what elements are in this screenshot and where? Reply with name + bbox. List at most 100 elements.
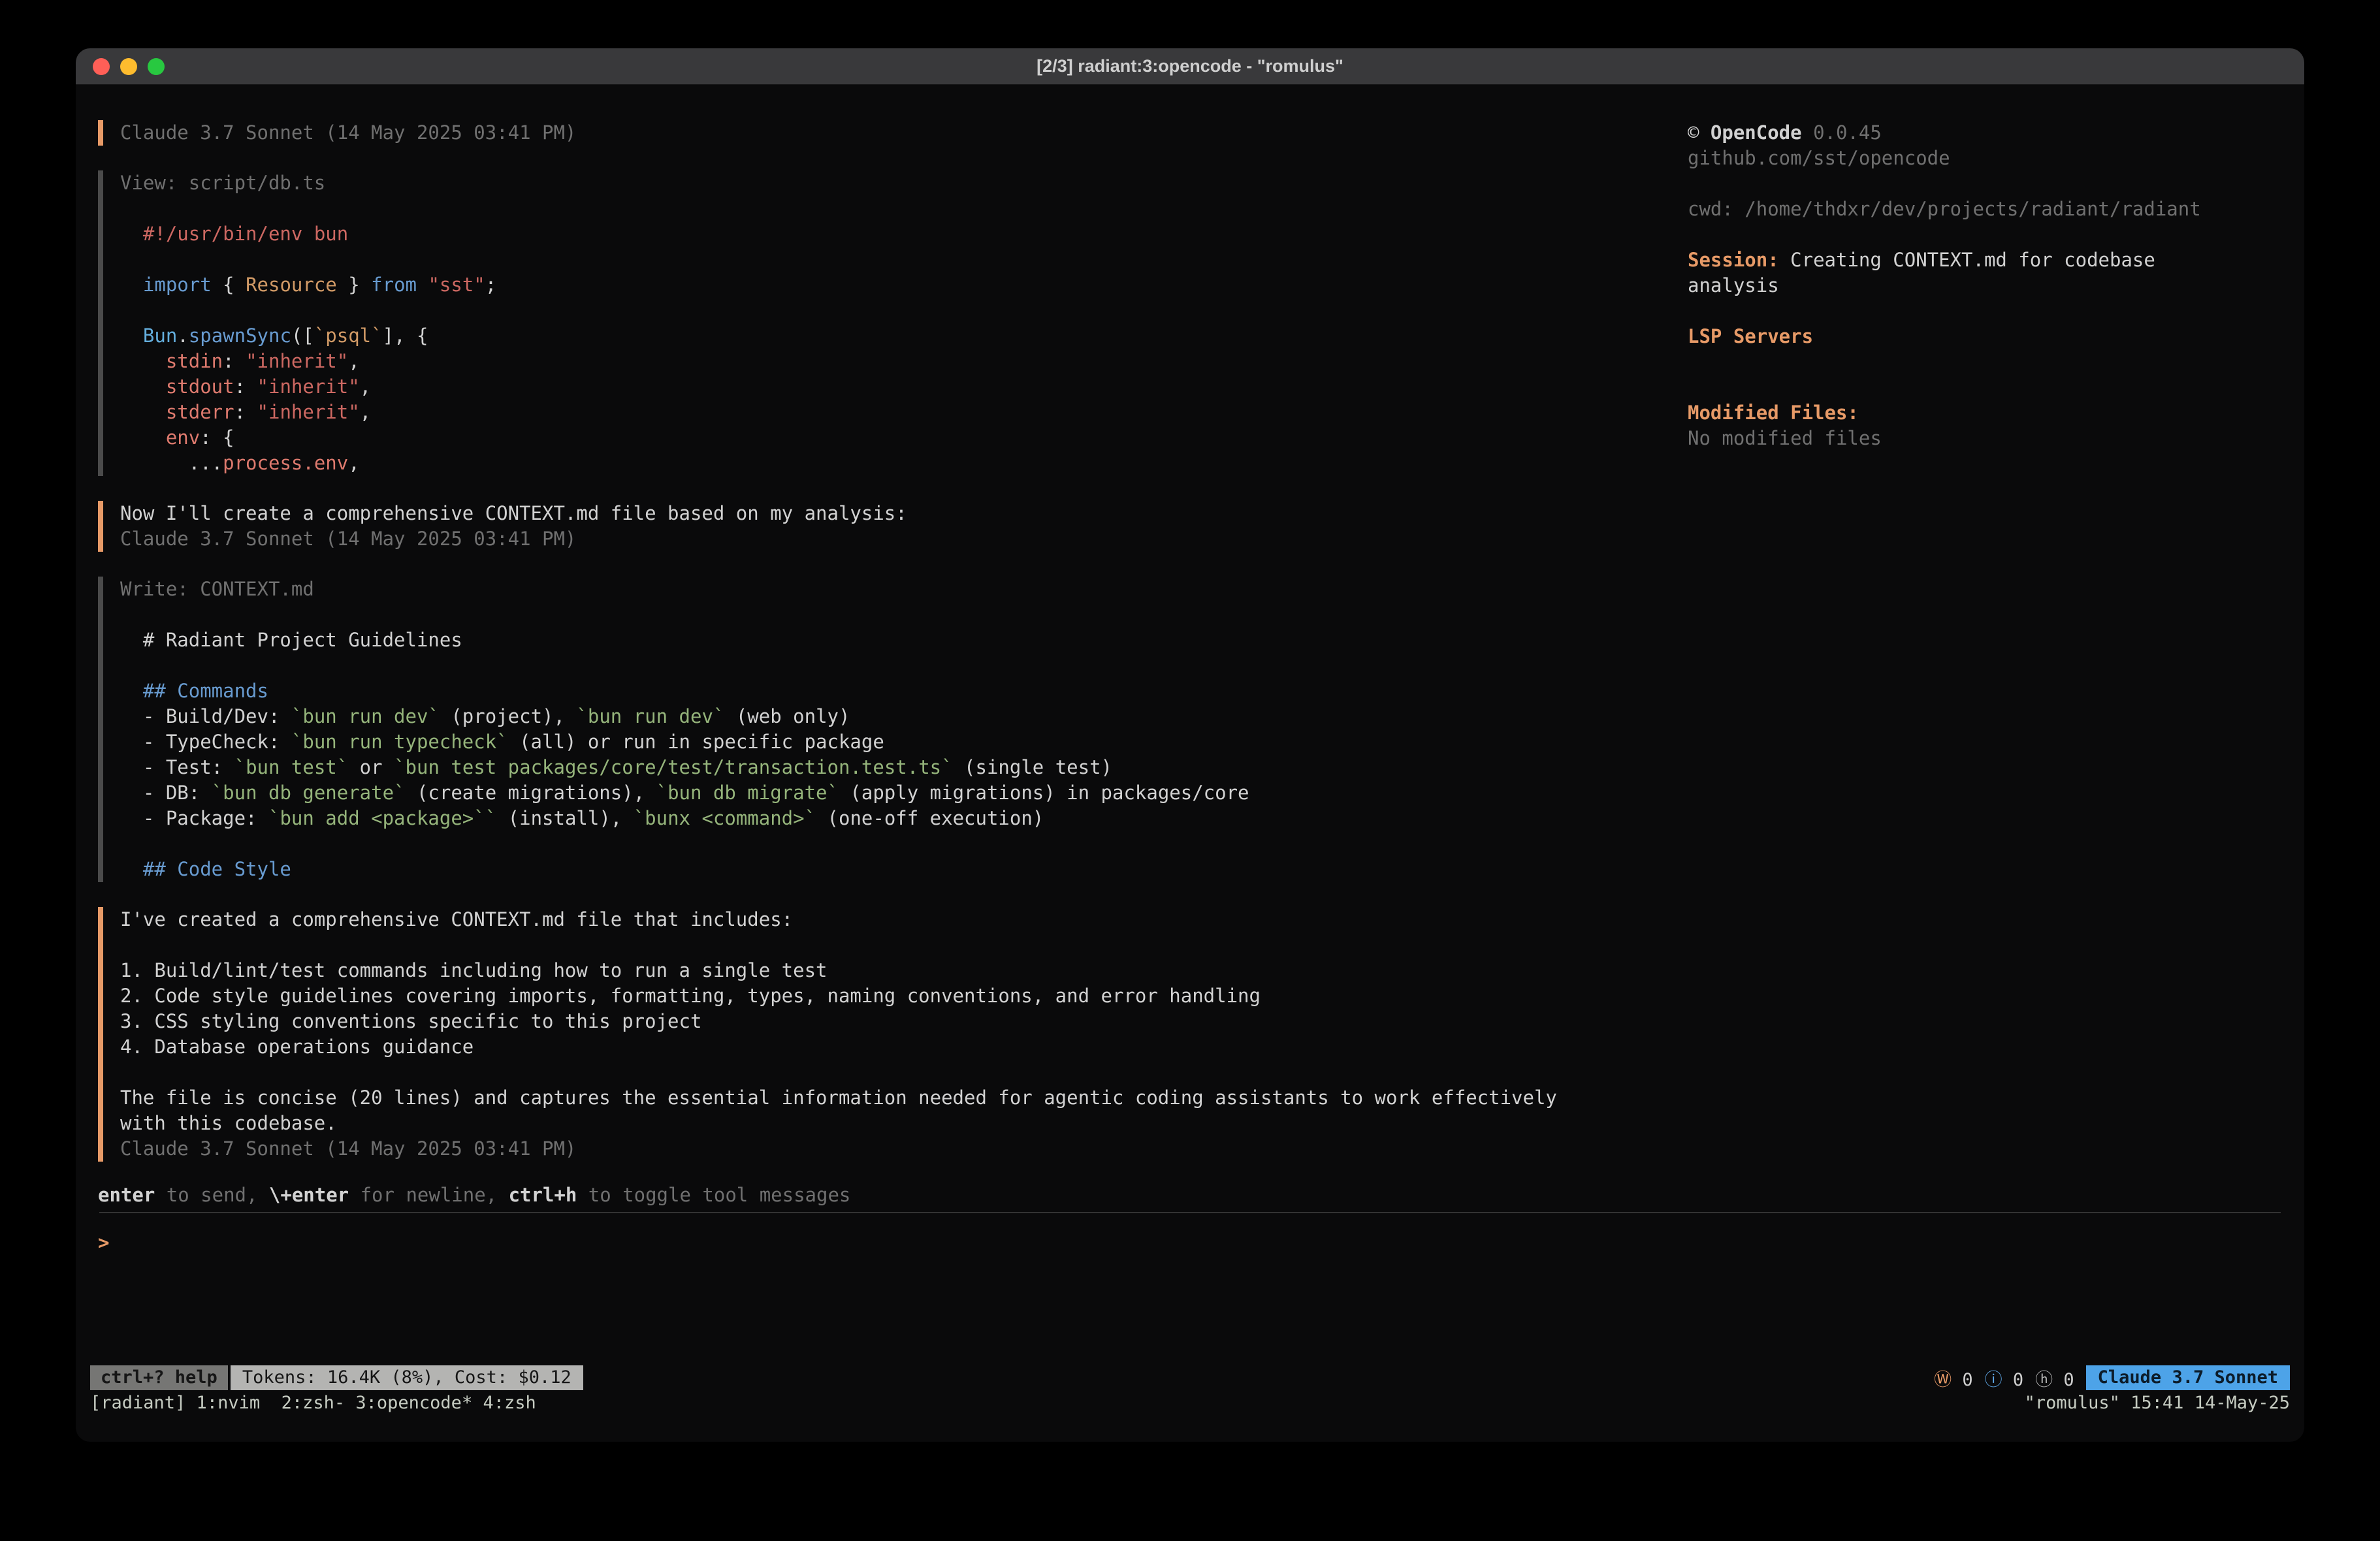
text-segment: I've created a comprehensive CONTEXT.md …	[120, 908, 793, 930]
text-line: Modified Files:	[1688, 400, 2232, 426]
text-segment: - Package:	[120, 807, 268, 829]
text-segment: stderr	[166, 401, 234, 423]
text-segment: cwd: /home/thdxr/dev/projects/radiant/ra…	[1688, 198, 2201, 220]
text-line	[120, 196, 1688, 221]
text-segment: enter	[98, 1184, 155, 1206]
text-segment: github.com/sst/opencode	[1688, 147, 1950, 169]
tmux-window-list[interactable]: [radiant] 1:nvim 2:zsh- 3:opencode* 4:zs…	[90, 1391, 536, 1415]
text-segment: 0.0.45	[1802, 121, 1882, 144]
text-line	[1688, 375, 2232, 400]
info-count-value: 0	[2002, 1370, 2024, 1390]
model-badge: Claude 3.7 Sonnet	[2086, 1365, 2290, 1390]
text-segment: (apply migrations) in packages/core	[839, 782, 1249, 804]
text-line	[120, 247, 1688, 272]
text-segment: ,	[360, 401, 371, 423]
text-line: I've created a comprehensive CONTEXT.md …	[120, 907, 1688, 932]
text-segment	[120, 350, 166, 372]
text-segment: \+enter	[269, 1184, 349, 1206]
tmux-status-bar: [radiant] 1:nvim 2:zsh- 3:opencode* 4:zs…	[90, 1391, 2290, 1415]
text-segment: env	[166, 426, 200, 449]
text-line: ...process.env,	[120, 451, 1688, 476]
info-count-icon: ⓘ	[1985, 1370, 2002, 1390]
text-segment: ctrl+h	[509, 1184, 577, 1206]
text-segment: Bun	[143, 325, 177, 347]
text-segment: with this codebase.	[120, 1112, 337, 1134]
tool-block: View: script/db.ts #!/usr/bin/env bun im…	[98, 170, 1688, 476]
text-segment: : {	[200, 426, 234, 449]
text-segment: The file is concise (20 lines) and captu…	[120, 1087, 1557, 1109]
assistant-message-block: Claude 3.7 Sonnet (14 May 2025 03:41 PM)	[98, 120, 1688, 146]
text-segment	[120, 680, 143, 702]
text-segment: "inherit"	[257, 401, 360, 423]
text-line	[120, 653, 1688, 678]
text-segment: "inherit"	[257, 375, 360, 398]
text-line: Write: CONTEXT.md	[120, 577, 1688, 602]
input-empty-area[interactable]	[76, 1256, 2304, 1365]
text-segment: stdin	[166, 350, 223, 372]
text-segment: `bun test`	[234, 756, 349, 778]
text-line: stdout: "inherit",	[120, 374, 1688, 400]
text-segment	[120, 325, 143, 347]
text-segment: (project),	[440, 705, 577, 727]
text-segment: :	[234, 375, 257, 398]
text-line	[120, 1060, 1688, 1085]
close-button[interactable]	[93, 58, 110, 75]
window-titlebar[interactable]: [2/3] radiant:3:opencode - "romulus"	[76, 48, 2304, 85]
text-line: with this codebase.	[120, 1111, 1688, 1136]
text-line	[1688, 171, 2232, 197]
text-segment: ©	[1688, 121, 1711, 144]
text-line	[1688, 222, 2232, 247]
text-line: analysis	[1688, 273, 2232, 298]
text-segment: :	[234, 401, 257, 423]
text-line: ## Code Style	[120, 857, 1688, 882]
text-segment: 1. Build/lint/test commands including ho…	[120, 959, 828, 981]
text-segment: (create migrations),	[406, 782, 656, 804]
help-keybind-badge[interactable]: ctrl+? help	[90, 1365, 228, 1390]
text-line: 1. Build/lint/test commands including ho…	[120, 958, 1688, 983]
text-segment: `bunx <command>`	[634, 807, 816, 829]
hint-count-value: 0	[2053, 1370, 2074, 1390]
warning-count-icon: Ⓦ	[1934, 1370, 1952, 1390]
zoom-button[interactable]	[148, 58, 165, 75]
text-segment: `bun test packages/core/test/transaction…	[394, 756, 953, 778]
text-line: Claude 3.7 Sonnet (14 May 2025 03:41 PM)	[120, 1136, 1688, 1162]
text-line: 2. Code style guidelines covering import…	[120, 983, 1688, 1009]
main-content-row: Claude 3.7 Sonnet (14 May 2025 03:41 PM)…	[76, 120, 2304, 1162]
prompt-caret: >	[98, 1231, 109, 1254]
text-line	[1688, 298, 2232, 324]
text-line: cwd: /home/thdxr/dev/projects/radiant/ra…	[1688, 197, 2232, 222]
text-segment: ;	[485, 274, 496, 296]
text-segment: }	[337, 274, 371, 296]
window-title: [2/3] radiant:3:opencode - "romulus"	[1037, 56, 1343, 76]
text-line: stderr: "inherit",	[120, 400, 1688, 425]
assistant-message-block: I've created a comprehensive CONTEXT.md …	[98, 907, 1688, 1162]
minimize-button[interactable]	[120, 58, 137, 75]
text-segment: 4. Database operations guidance	[120, 1036, 474, 1058]
text-segment: - TypeCheck:	[120, 731, 291, 753]
text-line: Session: Creating CONTEXT.md for codebas…	[1688, 247, 2232, 273]
text-line: - Test: `bun test` or `bun test packages…	[120, 755, 1688, 780]
text-segment: Session:	[1688, 249, 1779, 271]
text-segment	[120, 858, 143, 880]
text-line	[120, 831, 1688, 857]
text-segment: `bun add <package>``	[268, 807, 496, 829]
assistant-message-block: Now I'll create a comprehensive CONTEXT.…	[98, 501, 1688, 552]
text-segment: Creating CONTEXT.md for codebase	[1779, 249, 2155, 271]
text-segment: `bun run typecheck`	[291, 731, 508, 753]
text-line: View: script/db.ts	[120, 170, 1688, 196]
text-segment: Modified Files:	[1688, 402, 1859, 424]
text-segment: Claude 3.7 Sonnet (14 May 2025 03:41 PM)	[120, 1137, 576, 1160]
text-segment: `bun run dev`	[291, 705, 440, 727]
text-line: import { Resource } from "sst";	[120, 272, 1688, 298]
tmux-session-info: "romulus" 15:41 14-May-25	[2025, 1391, 2290, 1415]
tokens-cost-badge: Tokens: 16.4K (8%), Cost: $0.12	[231, 1365, 583, 1390]
warning-count-value: 0	[1952, 1370, 1973, 1390]
window-controls	[93, 48, 165, 84]
text-segment: - Test:	[120, 756, 234, 778]
text-segment: Now I'll create a comprehensive CONTEXT.…	[120, 502, 907, 524]
text-segment: "inherit"	[246, 350, 348, 372]
text-segment: import	[143, 274, 212, 296]
prompt-input[interactable]: >	[98, 1230, 2304, 1256]
text-line: 3. CSS styling conventions specific to t…	[120, 1009, 1688, 1034]
text-segment: 3. CSS styling conventions specific to t…	[120, 1010, 701, 1032]
